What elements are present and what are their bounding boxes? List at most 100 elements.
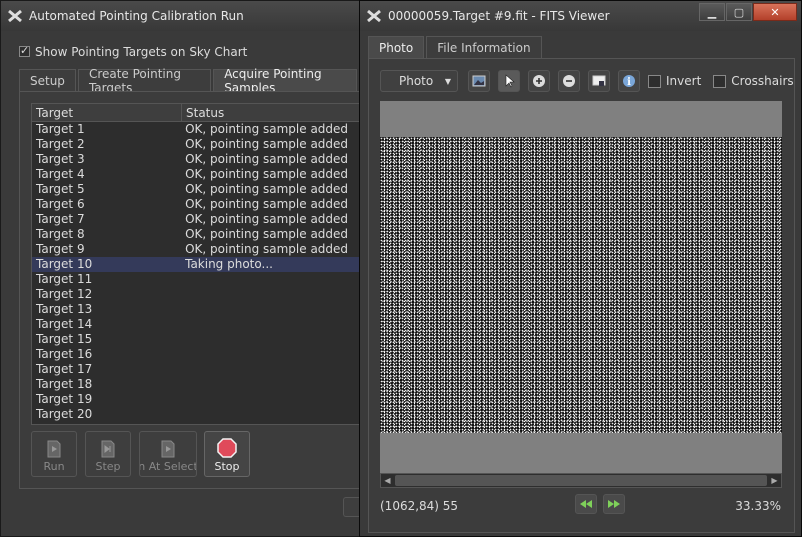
- cell-target: Target 11: [36, 272, 93, 286]
- cell-status: OK, pointing sample added: [185, 152, 349, 166]
- cell-status: [181, 302, 360, 317]
- table-row[interactable]: Target 5 OK, pointing sample added: [32, 182, 360, 197]
- table-row[interactable]: Target 14: [32, 317, 360, 332]
- scroll-thumb[interactable]: [395, 475, 767, 486]
- app-logo-icon: [8, 9, 22, 23]
- minimize-icon: ▁: [707, 5, 717, 19]
- table-row[interactable]: Target 20: [32, 407, 360, 422]
- step-button[interactable]: Step: [85, 431, 131, 477]
- cell-target: Target 10: [36, 257, 93, 271]
- fast-forward-icon: [608, 500, 620, 508]
- run-icon: [47, 440, 61, 458]
- checkbox-unchecked-icon: [713, 74, 727, 88]
- next-image-button[interactable]: [603, 494, 625, 514]
- app-logo-icon: [367, 9, 381, 23]
- cell-status: OK, pointing sample added: [185, 137, 349, 151]
- cell-status: [181, 317, 360, 332]
- cursor-icon: [505, 74, 515, 88]
- image-navigation: [572, 494, 628, 514]
- column-header-target[interactable]: Target: [32, 104, 182, 121]
- window-title: 00000059.Target #9.fit - FITS Viewer: [388, 9, 610, 23]
- horizontal-scrollbar[interactable]: ◀ ▶: [380, 473, 782, 488]
- table-row[interactable]: Target 2 OK, pointing sample added: [32, 137, 360, 152]
- checkbox-unchecked-icon: [648, 74, 661, 88]
- cell-target: Target 12: [36, 287, 93, 301]
- table-row[interactable]: Target 6 OK, pointing sample added: [32, 197, 360, 212]
- cell-target: Target 2: [36, 137, 85, 151]
- show-targets-checkbox[interactable]: Show Pointing Targets on Sky Chart: [19, 44, 247, 59]
- calibration-tabs: Setup Create Pointing Targets Acquire Po…: [19, 67, 359, 95]
- table-row[interactable]: Target 19: [32, 392, 360, 407]
- cell-status: Taking photo...: [185, 257, 273, 271]
- image-button[interactable]: [468, 70, 490, 92]
- rewind-icon: [580, 500, 592, 508]
- table-row[interactable]: Target 10 Taking photo...: [32, 257, 360, 272]
- maximize-button[interactable]: ▢: [726, 3, 752, 21]
- table-row[interactable]: Target 11: [32, 272, 360, 287]
- zoom-in-button[interactable]: [528, 70, 550, 92]
- table-row[interactable]: Target 18: [32, 377, 360, 392]
- calibration-title-bar[interactable]: Automated Pointing Calibration Run: [1, 1, 359, 31]
- cell-status: [181, 347, 360, 362]
- cell-status: [181, 377, 360, 392]
- table-row[interactable]: Target 1 OK, pointing sample added: [32, 122, 360, 137]
- table-row[interactable]: Target 13: [32, 302, 360, 317]
- cell-status: [181, 362, 360, 377]
- table-row[interactable]: Target 17: [32, 362, 360, 377]
- table-row[interactable]: Target 15: [32, 332, 360, 347]
- cell-status: [181, 287, 360, 302]
- info-button[interactable]: i: [618, 70, 640, 92]
- table-body: Target 1 OK, pointing sample added Target …: [32, 122, 360, 422]
- pointer-button[interactable]: [498, 70, 520, 92]
- previous-image-button[interactable]: [575, 494, 597, 514]
- table-row[interactable]: Target 9 OK, pointing sample added: [32, 242, 360, 257]
- run-button[interactable]: Run: [31, 431, 77, 477]
- viewer-tabs: Photo File Information: [368, 36, 544, 58]
- cell-target: Target 6: [36, 197, 85, 211]
- close-button[interactable]: ✕: [753, 3, 797, 21]
- zoom-level: 33.33%: [735, 499, 781, 513]
- cell-status: OK, pointing sample added: [185, 122, 349, 136]
- cell-target: Target 9: [36, 242, 85, 256]
- scroll-right-icon[interactable]: ▶: [768, 474, 781, 487]
- table-row[interactable]: Target 3 OK, pointing sample added: [32, 152, 360, 167]
- step-icon: [101, 440, 115, 458]
- targets-table[interactable]: Target Status Target 1 OK, pointing sampl…: [31, 103, 361, 425]
- cell-target: Target 14: [36, 317, 93, 331]
- tab-photo[interactable]: Photo: [368, 36, 425, 58]
- cell-status: [181, 407, 360, 422]
- table-row[interactable]: Target 16: [32, 347, 360, 362]
- tab-acquire-pointing-samples[interactable]: Acquire Pointing Samples: [213, 67, 357, 95]
- stop-icon: [217, 438, 237, 458]
- table-row[interactable]: Target 12: [32, 287, 360, 302]
- table-row[interactable]: Target 7 OK, pointing sample added: [32, 212, 360, 227]
- table-row[interactable]: Target 8 OK, pointing sample added: [32, 227, 360, 242]
- zoom-in-icon: [533, 75, 545, 87]
- image-icon: [472, 75, 486, 87]
- crosshairs-checkbox[interactable]: Crosshairs: [713, 74, 794, 88]
- column-header-status[interactable]: Status: [182, 104, 224, 121]
- fit-to-window-button[interactable]: [588, 70, 610, 92]
- tab-create-pointing-targets[interactable]: Create Pointing Targets: [77, 67, 212, 95]
- view-mode-select[interactable]: Photo ▼: [380, 70, 458, 92]
- svg-text:i: i: [627, 77, 631, 88]
- cell-status: OK, pointing sample added: [185, 242, 349, 256]
- table-row[interactable]: Target 4 OK, pointing sample added: [32, 167, 360, 182]
- invert-checkbox[interactable]: Invert: [648, 74, 701, 88]
- checkbox-checked-icon: [19, 44, 30, 57]
- tab-setup[interactable]: Setup: [19, 69, 76, 91]
- fits-title-bar[interactable]: 00000059.Target #9.fit - FITS Viewer ▁ ▢…: [360, 1, 801, 31]
- cell-target: Target 3: [36, 152, 85, 166]
- window-controls: ▁ ▢ ✕: [698, 3, 797, 21]
- run-at-selection-button[interactable]: in At Selecti: [139, 431, 197, 477]
- cell-target: Target 16: [36, 347, 93, 361]
- fits-image-canvas[interactable]: [380, 101, 782, 473]
- tab-file-information[interactable]: File Information: [426, 36, 542, 58]
- cell-target: Target 19: [36, 392, 93, 406]
- cell-target: Target 1: [36, 122, 85, 136]
- minimize-button[interactable]: ▁: [699, 3, 725, 21]
- scroll-left-icon[interactable]: ◀: [381, 474, 394, 487]
- cell-target: Target 4: [36, 167, 85, 181]
- zoom-out-button[interactable]: [558, 70, 580, 92]
- stop-button[interactable]: Stop: [204, 431, 250, 477]
